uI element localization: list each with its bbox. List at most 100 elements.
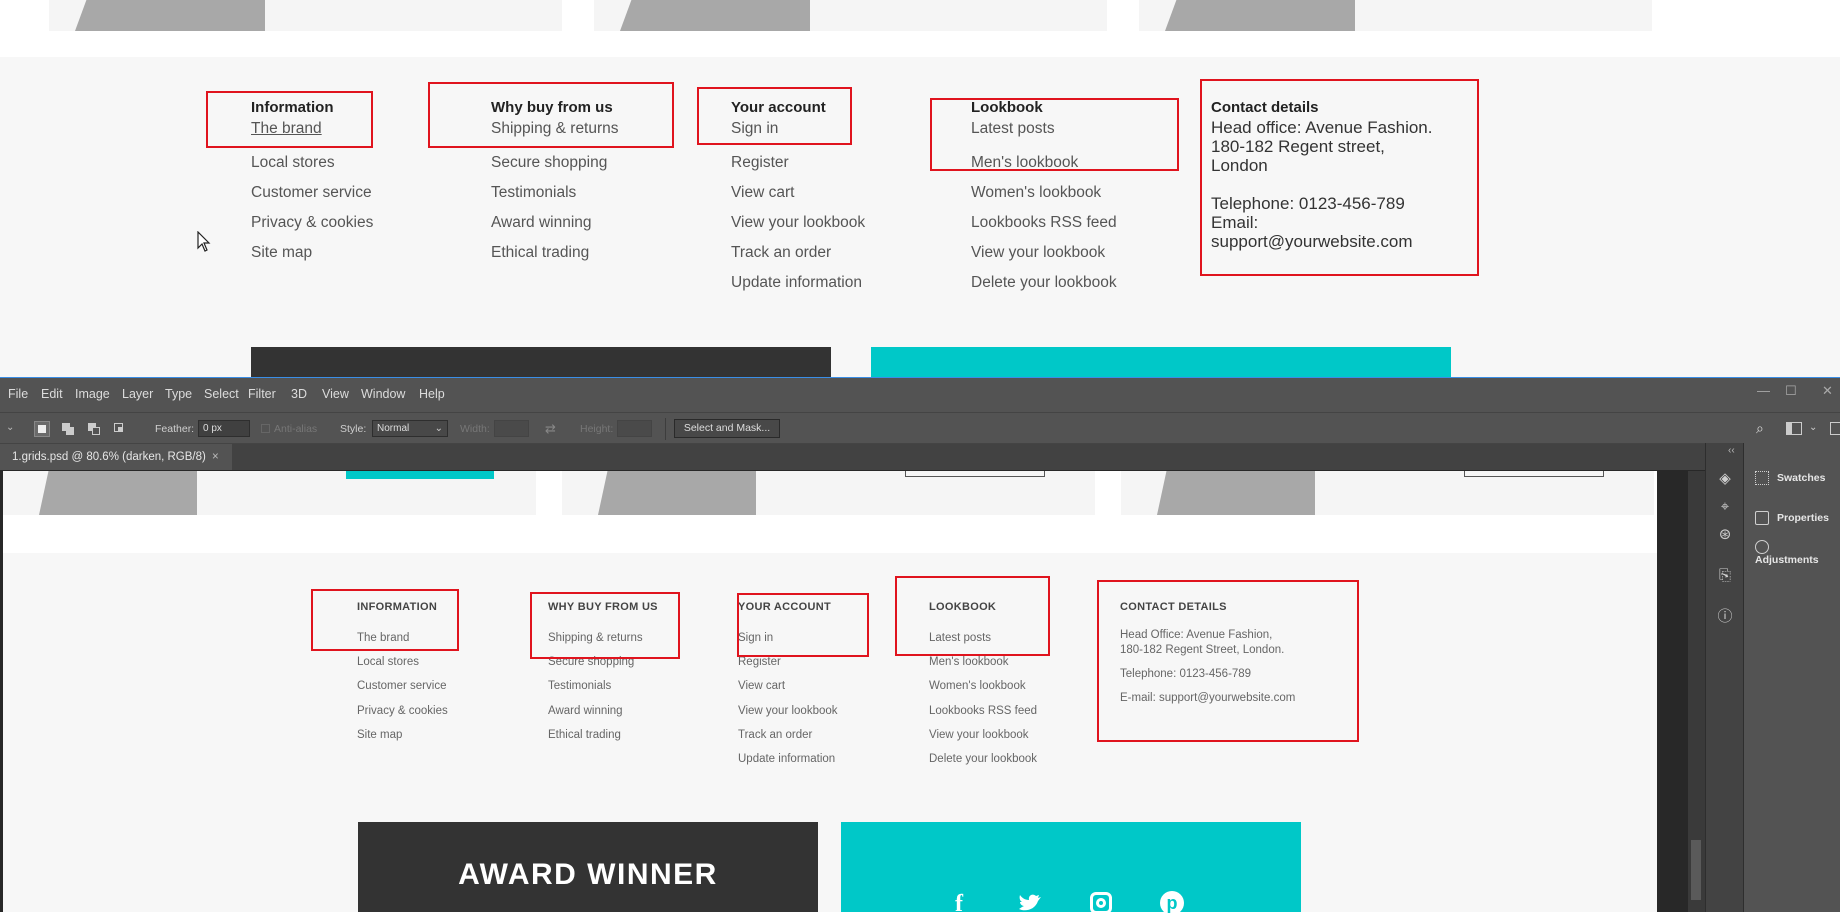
maximize-icon[interactable]: ☐ [1785,383,1797,399]
search-icon[interactable]: ⌕ [1756,420,1764,437]
tool-preset-chevron-icon[interactable]: ⌄ [6,422,14,433]
footer-link[interactable]: Privacy & cookies [251,208,421,238]
product-card[interactable] [1139,0,1652,31]
properties-icon [1755,511,1769,525]
teal-tag [346,471,494,479]
footer-link[interactable]: Lookbooks RSS feed [971,208,1171,238]
intersect-selection-icon[interactable] [112,421,128,437]
document-tab[interactable]: 1.grids.psd @ 80.6% (darken, RGB/8) × [0,444,232,470]
select-and-mask-button[interactable]: Select and Mask... [674,419,780,438]
footer-link[interactable]: Site map [251,238,421,268]
swap-icon[interactable]: ⇄ [545,421,556,437]
outline-tag [905,471,1045,477]
menu-select[interactable]: Select [204,387,239,401]
menu-type[interactable]: Type [165,387,192,401]
footer-link[interactable]: Local stores [251,148,421,178]
layers-icon[interactable]: ◈ [1716,470,1734,488]
style-select[interactable]: Normal ⌄ [372,420,448,437]
psd-link: Track an order [738,728,813,741]
workspace-icon[interactable] [1786,422,1802,435]
psd-link: View your lookbook [929,728,1029,741]
highlight-box [428,82,674,148]
menu-window[interactable]: Window [361,387,405,401]
adjustments-label: Adjustments [1755,554,1819,567]
properties-panel-tab[interactable]: Properties [1755,511,1829,529]
width-input[interactable] [494,420,529,437]
menu-image[interactable]: Image [75,387,110,401]
product-card[interactable] [49,0,562,31]
swatches-panel-tab[interactable]: Swatches [1755,471,1825,489]
new-selection-icon[interactable] [34,421,50,437]
psd-canvas[interactable]: INFORMATION The brand Local stores Custo… [3,471,1657,912]
highlight-box [1200,79,1479,276]
channels-icon[interactable]: ⊛ [1716,526,1734,544]
width-label: Width: [460,423,490,435]
add-selection-icon[interactable] [60,421,76,437]
social-links-block [841,822,1301,912]
minimize-icon[interactable]: — [1757,383,1770,398]
subtract-selection-icon[interactable] [86,421,102,437]
feather-input[interactable]: 0 px [198,420,250,437]
menu-bar: File Edit Image Layer Type Select Filter… [0,378,1840,412]
menu-edit[interactable]: Edit [41,387,63,401]
psd-link: Ethical trading [548,728,621,741]
psd-link: Delete your lookbook [929,753,1038,766]
menu-view[interactable]: View [322,387,349,401]
footer-link[interactable]: View cart [731,178,921,208]
footer-link[interactable]: Women's lookbook [971,178,1171,208]
psd-link: Award winning [548,704,623,717]
info-icon[interactable]: ⓘ [1716,608,1734,626]
menu-3d[interactable]: 3D [291,387,307,401]
product-image [598,471,756,515]
document-tab-bar: 1.grids.psd @ 80.6% (darken, RGB/8) × [0,444,1705,470]
product-image [75,0,265,31]
paths-icon[interactable]: ⌖ [1716,498,1734,516]
options-bar: ⌄ Feather: 0 px Anti-alias Style: Normal… [0,412,1840,444]
highlight-box [895,576,1050,656]
mouse-cursor-icon [197,231,211,252]
psd-link: Privacy & cookies [357,704,448,717]
psd-link: Local stores [357,656,420,669]
psd-link: View your lookbook [738,704,838,717]
product-card[interactable] [594,0,1107,31]
close-tab-icon[interactable]: × [212,444,219,470]
footer-link[interactable]: Register [731,148,921,178]
product-card [562,471,1095,515]
antialias-checkbox[interactable] [261,424,270,433]
highlight-box [697,87,852,145]
twitter-icon [1019,894,1041,911]
footer-link[interactable]: Delete your lookbook [971,268,1171,298]
footer-link[interactable]: View your lookbook [731,208,921,238]
psd-link: View cart [738,680,786,693]
menu-layer[interactable]: Layer [122,387,153,401]
menu-filter[interactable]: Filter [248,387,276,401]
document-tab-label: 1.grids.psd @ 80.6% (darken, RGB/8) [12,451,206,463]
footer-link[interactable]: Ethical trading [491,238,681,268]
history-icon[interactable]: ⎘ [1716,567,1734,585]
share-icon[interactable] [1830,422,1840,435]
properties-label: Properties [1777,512,1829,524]
psd-link: Customer service [357,680,447,693]
footer-link[interactable]: Update information [731,268,921,298]
psd-link: Testimonials [548,680,612,693]
footer-link[interactable]: Award winning [491,208,681,238]
height-input[interactable] [617,420,652,437]
adjustments-panel-tab[interactable]: Adjustments [1755,540,1840,566]
footer-link[interactable]: View your lookbook [971,238,1171,268]
footer-link[interactable]: Customer service [251,178,421,208]
scrollbar-thumb[interactable] [1691,840,1701,900]
footer-link[interactable]: Testimonials [491,178,681,208]
outline-tag [1464,471,1604,477]
adjustments-icon [1755,540,1769,554]
highlight-box [206,91,373,148]
canvas-pasteboard [1657,471,1688,912]
award-winner-block: AWARD WINNER [358,822,818,912]
footer-link[interactable]: Track an order [731,238,921,268]
close-window-icon[interactable]: ✕ [1822,383,1833,399]
menu-file[interactable]: File [8,387,28,401]
collapse-panels-icon[interactable]: ‹‹ [1728,445,1735,456]
chevron-down-icon[interactable]: ⌄ [1809,422,1817,433]
footer-link[interactable]: Secure shopping [491,148,681,178]
height-label: Height: [580,423,614,435]
menu-help[interactable]: Help [419,387,445,401]
